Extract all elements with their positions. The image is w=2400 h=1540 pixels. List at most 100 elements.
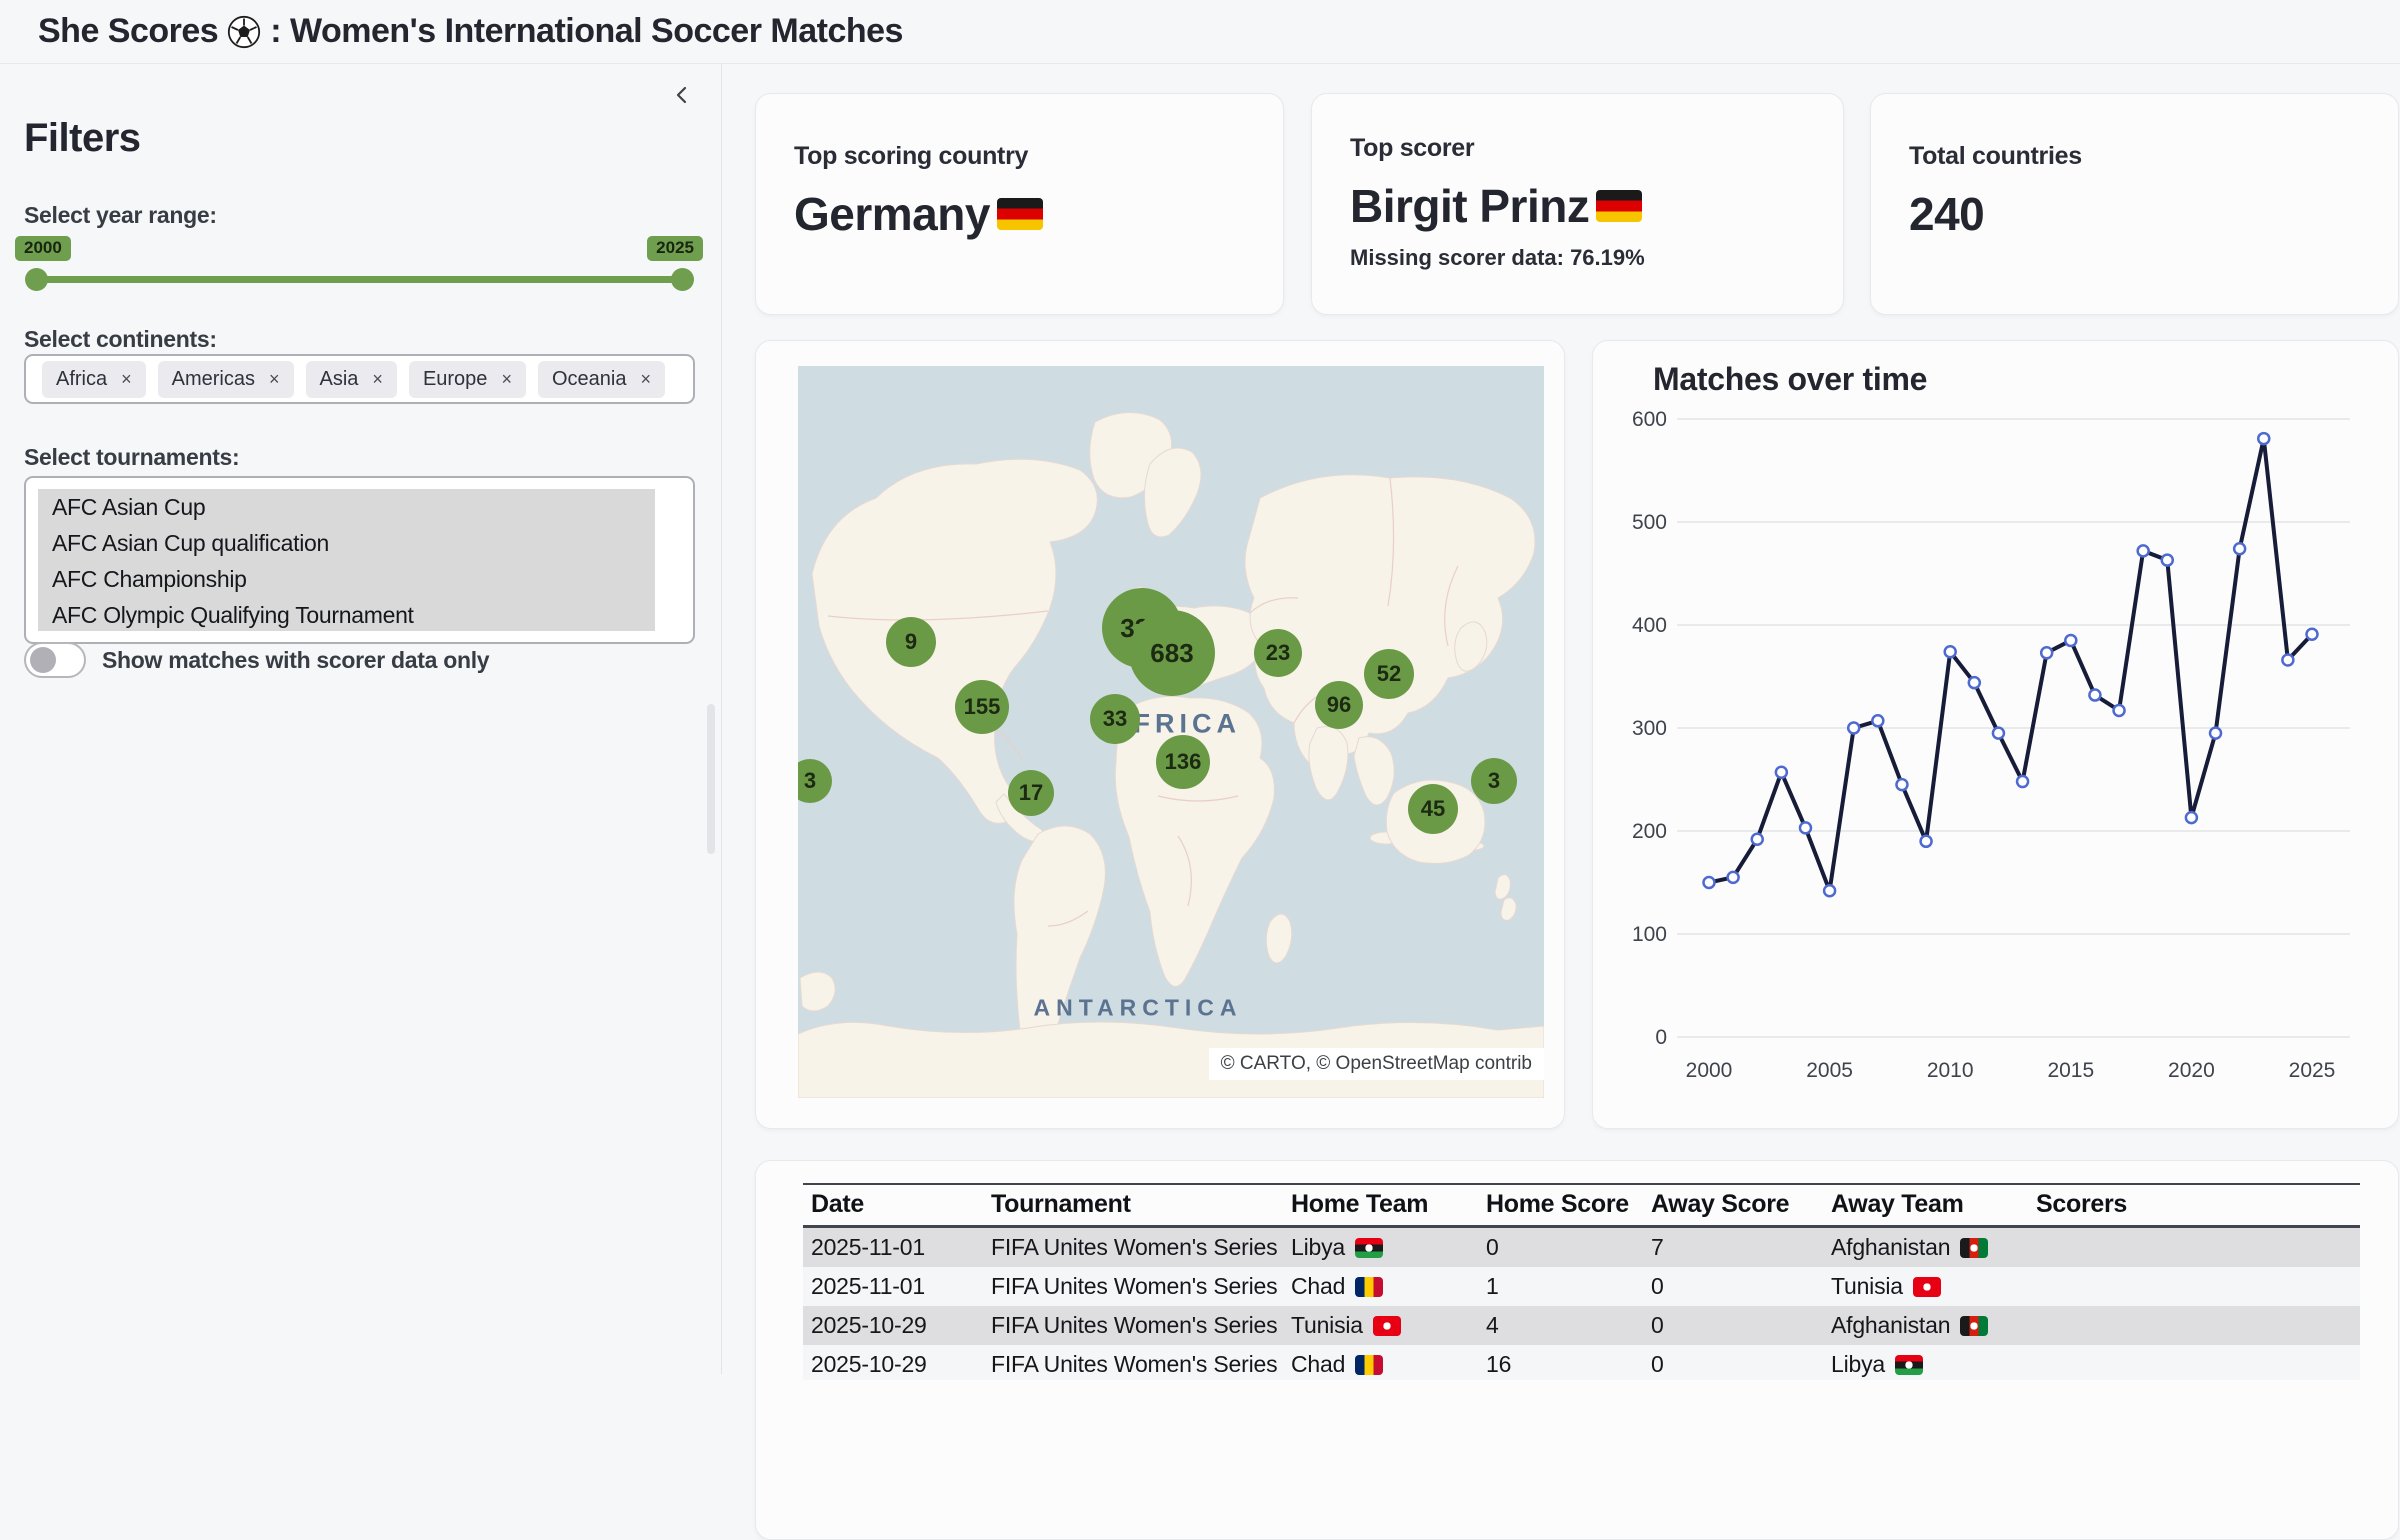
year-min-value: 2000 [15, 236, 71, 261]
total-countries-value: 240 [1909, 191, 1984, 237]
map-cluster-marker[interactable]: 3 [1471, 758, 1517, 804]
continent-tag-label: Africa [56, 368, 107, 391]
soccer-ball-icon [227, 15, 261, 49]
table-row: 2025-10-29FIFA Unites Women's SeriesChad… [803, 1345, 2360, 1380]
tournament-cell: FIFA Unites Women's Series [983, 1227, 1283, 1268]
matches-table: DateTournamentHome TeamHome ScoreAway Sc… [803, 1183, 2360, 1380]
stat-value: 240 [1909, 191, 2360, 237]
team-name: Tunisia [1831, 1273, 1903, 1299]
tournament-option[interactable]: AFC Olympic Qualifying Tournament [38, 597, 655, 631]
page-title-right: : Women's International Soccer Matches [270, 12, 903, 51]
map-attribution[interactable]: © CARTO, © OpenStreetMap contrib [1209, 1048, 1544, 1080]
chevron-left-icon [671, 84, 693, 106]
map-cluster-marker[interactable]: 45 [1408, 784, 1458, 834]
tn-flag-icon [1373, 1316, 1401, 1336]
top-scorer-value: Birgit Prinz [1350, 183, 1589, 229]
map-cluster-marker[interactable]: 17 [1008, 770, 1054, 816]
home-score-cell: 1 [1478, 1267, 1643, 1306]
stat-label: Top scoring country [794, 142, 1245, 171]
map-cluster-marker[interactable]: 155 [955, 680, 1009, 734]
map-cluster-marker[interactable]: 96 [1315, 681, 1363, 729]
date-cell: 2025-11-01 [803, 1267, 983, 1306]
tournaments-label: Select tournaments: [24, 444, 239, 471]
continents-multiselect[interactable]: Africa×Americas×Asia×Europe×Oceania× [24, 354, 695, 404]
svg-text:2025: 2025 [2289, 1059, 2336, 1082]
tournament-option[interactable]: AFC Championship [38, 561, 655, 597]
continent-tag[interactable]: Americas× [158, 361, 294, 398]
scorers-cell [2028, 1306, 2360, 1345]
svg-text:100: 100 [1632, 923, 1667, 946]
date-cell: 2025-10-29 [803, 1306, 983, 1345]
table-row: 2025-10-29FIFA Unites Women's Series Tuni… [803, 1306, 2360, 1345]
away-score-cell: 0 [1643, 1345, 1823, 1380]
filters-heading: Filters [24, 116, 141, 161]
table-column-header: Home Team [1283, 1184, 1478, 1227]
scorers-cell [2028, 1227, 2360, 1268]
remove-tag-icon[interactable]: × [121, 370, 132, 388]
table-column-header: Away Team [1823, 1184, 2028, 1227]
svg-text:0: 0 [1655, 1026, 1667, 1049]
sidebar-collapse-button[interactable] [667, 80, 697, 110]
continent-tag[interactable]: Africa × [42, 361, 146, 398]
td-flag-icon [1355, 1277, 1383, 1297]
map-cluster-marker[interactable]: 33 [1090, 694, 1140, 744]
stat-label: Total countries [1909, 142, 2360, 171]
away-score-cell: 0 [1643, 1306, 1823, 1345]
germany-flag-icon [997, 198, 1043, 230]
table-column-header: Home Score [1478, 1184, 1643, 1227]
continent-tag[interactable]: Oceania × [538, 361, 665, 398]
table-column-header: Tournament [983, 1184, 1283, 1227]
chart-card: Matches over time 0100200300400500600200… [1592, 340, 2399, 1129]
stat-label: Top scorer [1350, 134, 1805, 163]
tournaments-selected-options: AFC Asian CupAFC Asian Cup qualification… [38, 489, 655, 631]
team-cell: Afghanistan [1823, 1306, 2028, 1345]
main-content: Top scoring country Germany Top scorer B… [722, 64, 2400, 1374]
team-cell: Libya [1283, 1227, 1478, 1268]
team-name: Chad [1291, 1273, 1345, 1299]
date-cell: 2025-10-29 [803, 1345, 983, 1380]
map-cluster-marker[interactable]: 683 [1129, 610, 1215, 696]
svg-text:2005: 2005 [1806, 1059, 1853, 1082]
matches-table-wrap[interactable]: DateTournamentHome TeamHome ScoreAway Sc… [803, 1183, 2360, 1380]
tournaments-listbox[interactable]: AFC Asian CupAFC Asian Cup qualification… [24, 476, 695, 644]
date-cell: 2025-11-01 [803, 1227, 983, 1268]
remove-tag-icon[interactable]: × [372, 370, 383, 388]
tournament-option[interactable]: AFC Asian Cup [38, 489, 655, 525]
map-cluster-marker[interactable]: 52 [1364, 649, 1414, 699]
continent-tag[interactable]: Asia × [306, 361, 397, 398]
map-cluster-marker[interactable]: 136 [1156, 735, 1210, 789]
year-range-slider-track[interactable] [36, 276, 683, 283]
matches-table-card: DateTournamentHome TeamHome ScoreAway Sc… [755, 1160, 2399, 1540]
world-map[interactable]: AFRICA ANTARCTICA 9155173333683331362396… [798, 366, 1544, 1098]
tournament-option[interactable]: AFC Asian Cup qualification [38, 525, 655, 561]
svg-text:500: 500 [1632, 511, 1667, 534]
map-cluster-marker[interactable]: 9 [886, 617, 936, 667]
continent-tag-label: Asia [320, 368, 359, 391]
continent-tag-label: Oceania [552, 368, 627, 391]
year-min-slider-handle[interactable] [25, 268, 48, 291]
remove-tag-icon[interactable]: × [501, 370, 512, 388]
team-name: Libya [1831, 1351, 1885, 1377]
home-score-cell: 4 [1478, 1306, 1643, 1345]
team-name: Tunisia [1291, 1312, 1363, 1338]
team-cell: Chad [1283, 1267, 1478, 1306]
team-cell: Afghanistan [1823, 1227, 2028, 1268]
year-max-slider-handle[interactable] [671, 268, 694, 291]
svg-text:400: 400 [1632, 614, 1667, 637]
remove-tag-icon[interactable]: × [269, 370, 280, 388]
scorer-data-toggle[interactable] [24, 642, 86, 678]
antarctica-map-label: ANTARCTICA [1033, 995, 1242, 1022]
svg-text:600: 600 [1632, 408, 1667, 431]
sidebar-scrollbar[interactable] [707, 704, 715, 854]
table-column-header: Scorers [2028, 1184, 2360, 1227]
matches-over-time-chart[interactable]: 0100200300400500600200020052010201520202… [1593, 341, 2400, 1128]
remove-tag-icon[interactable]: × [640, 370, 651, 388]
map-cluster-marker[interactable]: 23 [1254, 629, 1302, 677]
scorers-cell [2028, 1345, 2360, 1380]
team-name: Afghanistan [1831, 1312, 1950, 1338]
team-name: Chad [1291, 1351, 1345, 1377]
team-cell: Chad [1283, 1345, 1478, 1380]
tournament-cell: FIFA Unites Women's Series [983, 1267, 1283, 1306]
continent-tag[interactable]: Europe× [409, 361, 526, 398]
tournament-cell: FIFA Unites Women's Series [983, 1306, 1283, 1345]
